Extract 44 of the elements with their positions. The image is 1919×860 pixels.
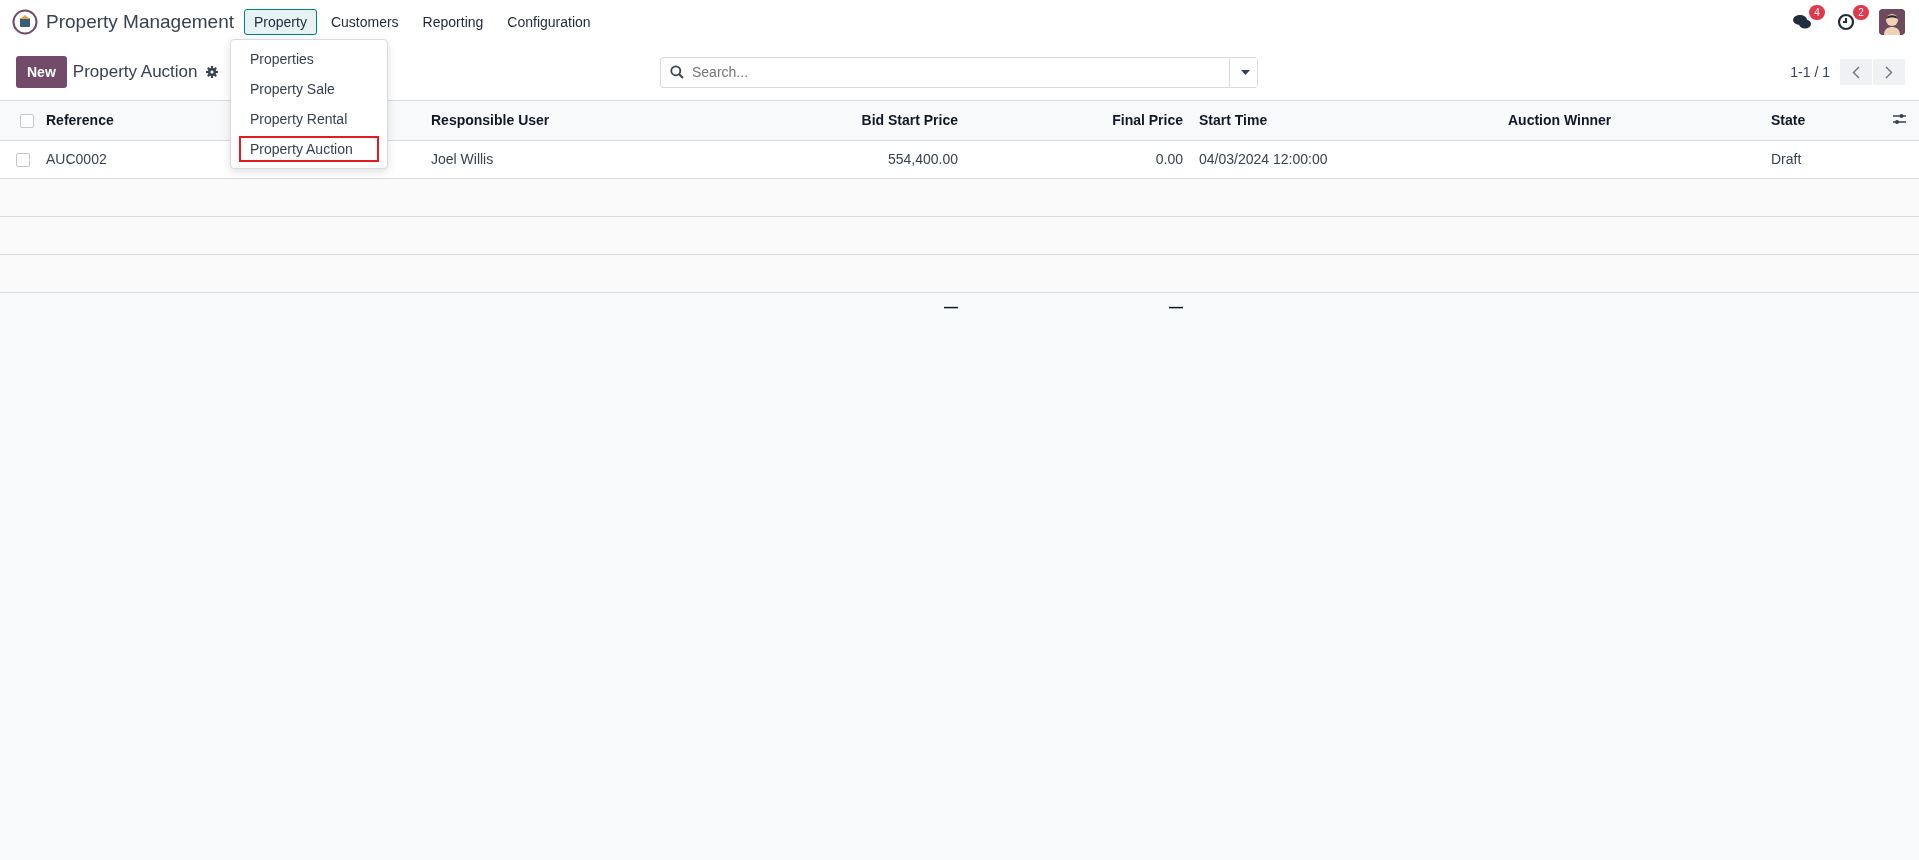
menu-item[interactable]: Configuration	[497, 9, 601, 35]
table-cell: Joel Willis	[431, 151, 494, 167]
pager-counter: 1-1 / 1	[1790, 64, 1830, 80]
column-header[interactable]: Bid Start Price	[861, 112, 958, 129]
column-header[interactable]: Final Price	[1112, 112, 1183, 129]
column-header[interactable]: Auction Winner	[1508, 112, 1612, 129]
chevron-right-icon	[1885, 65, 1893, 79]
column-header[interactable]: Start Time	[1199, 112, 1268, 129]
notification-badge: 2	[1853, 5, 1869, 20]
column-total: —	[1169, 298, 1183, 315]
new-button[interactable]: New	[16, 56, 67, 88]
row-checkbox[interactable]	[16, 153, 30, 168]
select-all-checkbox[interactable]	[20, 114, 34, 129]
user-avatar[interactable]	[1879, 9, 1905, 35]
table-cell: Draft	[1771, 151, 1802, 167]
column-total: —	[944, 298, 958, 315]
menu-item[interactable]: Reporting	[412, 9, 494, 35]
search-field[interactable]: Search...	[660, 56, 1258, 88]
page-title: Property Auction	[72, 62, 198, 82]
column-header[interactable]: Reference	[46, 112, 114, 129]
menu-option[interactable]: Property Sale	[239, 76, 379, 102]
menu-item[interactable]: Property	[244, 9, 317, 35]
table-cell: AUC0002	[46, 151, 107, 167]
app-logo-icon[interactable]	[12, 9, 38, 35]
search-options-button[interactable]	[1229, 57, 1257, 87]
table-cell: 0.00	[1155, 151, 1183, 167]
menu-option[interactable]: Properties	[239, 46, 379, 72]
menu-option[interactable]: Property Auction	[239, 136, 379, 162]
table-cell: 04/03/2024 12:00:00	[1199, 151, 1328, 167]
clock-icon[interactable]	[1837, 13, 1855, 31]
caret-icon	[1240, 69, 1250, 75]
app-title: Property Management	[46, 11, 234, 33]
chat-icon[interactable]	[1793, 14, 1811, 30]
search-icon	[670, 65, 684, 79]
column-settings-icon[interactable]	[1893, 113, 1906, 126]
gear-icon[interactable]	[205, 66, 218, 78]
chevron-left-icon	[1852, 65, 1860, 79]
notification-badge: 4	[1809, 5, 1825, 20]
table-cell: 554,400.00	[887, 151, 958, 167]
column-header[interactable]: Responsible User	[431, 112, 550, 129]
search-input[interactable]: Search...	[690, 63, 1229, 81]
column-header[interactable]: State	[1771, 112, 1806, 129]
menu-item[interactable]: Customers	[320, 9, 409, 35]
menu-option[interactable]: Property Rental	[239, 106, 379, 132]
